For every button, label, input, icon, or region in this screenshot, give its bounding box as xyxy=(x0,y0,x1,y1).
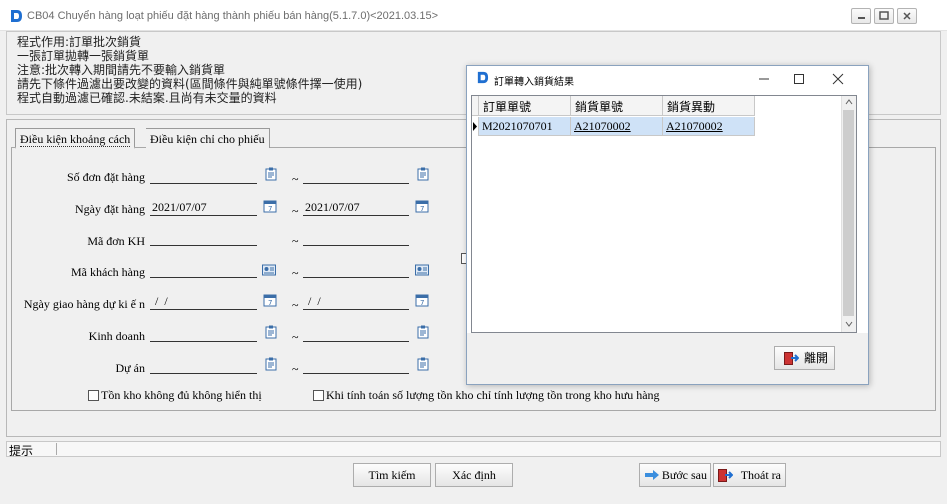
status-label: 提示 xyxy=(9,444,34,458)
sales-from-input[interactable] xyxy=(150,326,257,342)
project-from-input[interactable] xyxy=(150,358,257,374)
calendar-icon[interactable]: 7 xyxy=(263,293,277,307)
order-no-label: Số đơn đặt hàng xyxy=(66,170,145,184)
calendar-icon[interactable]: 7 xyxy=(263,199,277,213)
clipboard-lookup-icon[interactable] xyxy=(265,325,277,339)
range-separator: ~ xyxy=(292,362,299,376)
calendar-icon[interactable]: 7 xyxy=(415,293,429,307)
exit-button[interactable]: Thoát ra xyxy=(713,463,786,487)
exit-door-icon xyxy=(718,469,733,482)
clipboard-lookup-icon[interactable] xyxy=(417,167,429,181)
table-row-sale-change-link[interactable]: A21070002 xyxy=(663,117,755,136)
svg-text:7: 7 xyxy=(268,205,272,213)
leave-button[interactable]: 離開 xyxy=(774,346,835,370)
project-label: Dự án xyxy=(115,361,146,375)
contact-card-icon[interactable] xyxy=(262,263,276,277)
grid-row-header-corner xyxy=(472,96,479,116)
app-logo-icon xyxy=(477,71,489,84)
order-no-from-input[interactable] xyxy=(150,168,257,184)
order-date-to-input[interactable]: 2021/07/07 xyxy=(303,200,409,216)
svg-text:7: 7 xyxy=(420,299,424,307)
customer-code-from-input[interactable] xyxy=(150,262,257,278)
close-icon xyxy=(903,12,911,20)
clipboard-lookup-icon[interactable] xyxy=(265,357,277,371)
range-separator: ~ xyxy=(292,204,299,218)
confirm-button[interactable]: Xác định xyxy=(435,463,513,487)
search-button[interactable]: Tìm kiếm xyxy=(353,463,431,487)
dialog-close-icon[interactable] xyxy=(831,72,845,86)
clipboard-lookup-icon[interactable] xyxy=(417,357,429,371)
hide-insufficient-stock-label: Tồn kho không đủ không hiển thị xyxy=(101,388,262,402)
svg-text:7: 7 xyxy=(268,299,272,307)
contact-card-icon[interactable] xyxy=(415,263,429,277)
sales-to-input[interactable] xyxy=(303,326,409,342)
order-date-from-input[interactable]: 2021/07/07 xyxy=(150,200,257,216)
expected-delivery-to-input[interactable]: / / xyxy=(303,294,409,310)
project-to-input[interactable] xyxy=(303,358,409,374)
column-header-sale-change[interactable]: 銷貨異動 xyxy=(663,96,755,116)
tab-range-conditions[interactable]: Điều kiện khoảng cách xyxy=(15,128,136,149)
column-header-sale-no[interactable]: 銷貨單號 xyxy=(571,96,663,116)
tab-order-conditions[interactable]: Điều kiện chỉ cho phiếu xyxy=(146,128,270,148)
dialog-title: 訂單轉入銷貨結果 xyxy=(494,77,574,88)
expected-delivery-label: Ngày giao hàng dự ki ế n xyxy=(23,297,145,311)
maximize-button[interactable] xyxy=(874,8,894,24)
scroll-down-icon[interactable] xyxy=(845,320,853,328)
scroll-up-icon[interactable] xyxy=(845,98,853,106)
table-row-sale-no-link[interactable]: A21070002 xyxy=(571,117,663,136)
window-title: CB04 Chuyển hàng loạt phiếu đặt hàng thà… xyxy=(27,10,439,22)
clipboard-lookup-icon[interactable] xyxy=(265,167,277,181)
hide-insufficient-stock-checkbox[interactable] xyxy=(88,390,99,401)
range-separator: ~ xyxy=(292,298,299,312)
range-separator: ~ xyxy=(292,234,299,248)
dialog-minimize-icon[interactable] xyxy=(757,72,771,86)
svg-text:7: 7 xyxy=(420,205,424,213)
customer-code-label: Mã khách hàng xyxy=(71,265,145,279)
expected-delivery-from-input[interactable]: / / xyxy=(150,294,257,310)
customer-order-no-to-input[interactable] xyxy=(303,230,409,246)
scrollbar-thumb[interactable] xyxy=(843,110,854,316)
maximize-icon xyxy=(879,11,889,20)
app-logo-icon xyxy=(11,10,22,22)
minimize-button[interactable] xyxy=(851,8,871,24)
leave-label: 離開 xyxy=(803,351,828,365)
sales-label: Kinh doanh xyxy=(88,329,145,343)
order-no-to-input[interactable] xyxy=(303,168,409,184)
status-divider xyxy=(56,443,57,455)
customer-order-no-from-input[interactable] xyxy=(150,230,257,246)
minimize-icon xyxy=(858,17,865,19)
range-separator: ~ xyxy=(292,330,299,344)
status-bar: 提示 xyxy=(6,441,941,458)
row-pointer-icon xyxy=(473,122,477,131)
bonded-stock-only-checkbox[interactable] xyxy=(313,390,324,401)
next-step-label: Bước sau xyxy=(661,468,707,482)
range-separator: ~ xyxy=(292,266,299,280)
table-row-order-no[interactable]: M2021070701 xyxy=(479,117,571,136)
clipboard-lookup-icon[interactable] xyxy=(417,325,429,339)
column-header-order-no[interactable]: 訂單單號 xyxy=(479,96,571,116)
customer-code-to-input[interactable] xyxy=(303,262,409,278)
dialog-maximize-icon[interactable] xyxy=(792,72,806,86)
exit-label: Thoát ra xyxy=(740,468,781,482)
arrow-right-icon xyxy=(645,470,659,480)
next-step-button[interactable]: Bước sau xyxy=(639,463,711,487)
bonded-stock-only-label: Khi tính toán số lượng tồn kho chỉ tính … xyxy=(326,388,660,402)
calendar-icon[interactable]: 7 xyxy=(415,199,429,213)
row-indicator xyxy=(472,117,479,136)
order-date-label: Ngày đặt hàng xyxy=(75,202,145,216)
range-separator: ~ xyxy=(292,172,299,186)
description-line: 程式自動過濾已確認.未結案.且尚有未交量的資料 xyxy=(17,91,277,105)
exit-door-icon xyxy=(784,352,799,365)
close-button[interactable] xyxy=(897,8,917,24)
customer-order-no-label: Mã đơn KH xyxy=(87,234,145,248)
